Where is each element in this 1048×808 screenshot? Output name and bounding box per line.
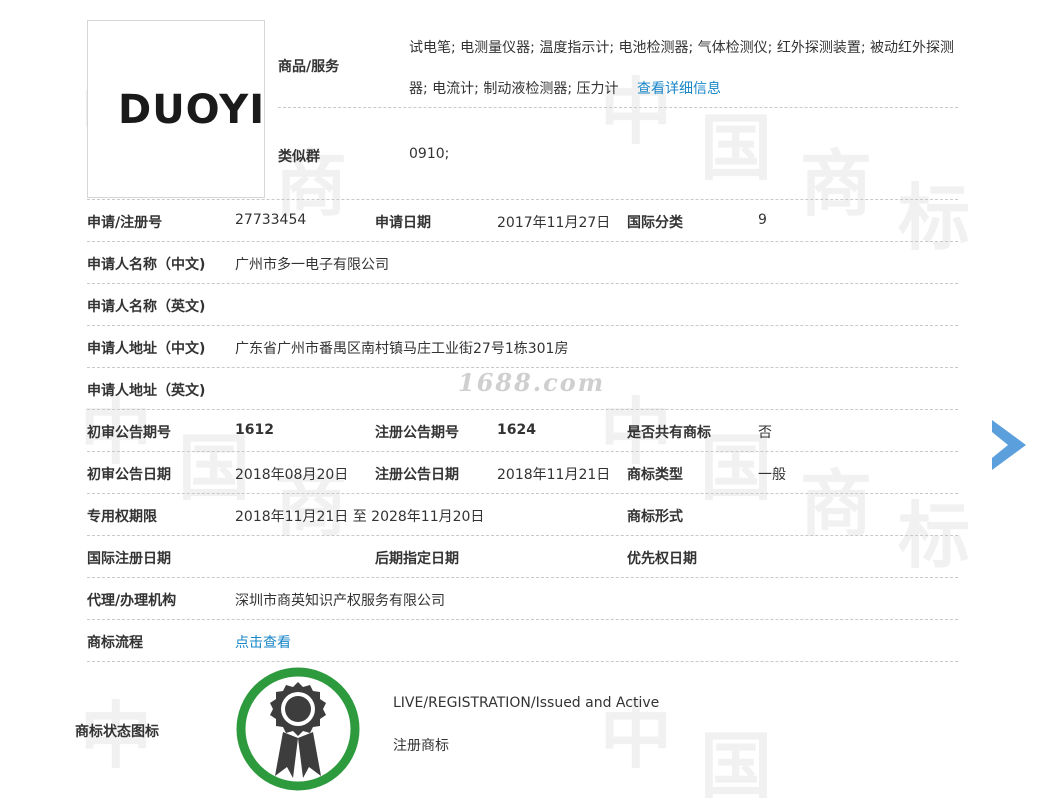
prelim-pub-date-label: 初审公告日期: [87, 467, 171, 483]
applicant-cn-value: 广州市多一电子有限公司: [235, 257, 389, 273]
divider: [87, 661, 958, 662]
address-en-label: 申请人地址（英文): [87, 383, 206, 399]
later-designation-date-label: 后期指定日期: [375, 551, 459, 567]
reg-pub-date-value: 2018年11月21日: [497, 467, 611, 483]
site-watermark: 1688.com: [458, 368, 606, 397]
exclusive-period-label: 专用权期限: [87, 509, 157, 525]
prelim-pub-no-value: 1612: [235, 422, 274, 438]
intl-class-value: 9: [758, 212, 767, 228]
registered-badge-icon: [235, 666, 361, 792]
reg-pub-no-value: 1624: [497, 422, 536, 438]
watermark-char: 标: [898, 494, 971, 578]
status-en-text: LIVE/REGISTRATION/Issued and Active: [393, 695, 660, 711]
mark-form-label: 商标形式: [627, 509, 683, 525]
watermark-char: 商: [800, 142, 873, 226]
apply-date-value: 2017年11月27日: [497, 215, 611, 231]
apply-date-label: 申请日期: [375, 215, 431, 231]
trademark-image: DUOYI: [87, 20, 265, 198]
divider: [87, 619, 958, 620]
intl-reg-date-label: 国际注册日期: [87, 551, 171, 567]
process-label: 商标流程: [87, 635, 143, 651]
process-view-link[interactable]: 点击查看: [235, 632, 291, 652]
agent-label: 代理/办理机构: [87, 593, 177, 609]
trademark-logo-text: DUOYI: [118, 87, 266, 133]
priority-date-label: 优先权日期: [627, 551, 697, 567]
mark-type-label: 商标类型: [627, 467, 683, 483]
divider: [87, 199, 958, 200]
divider: [87, 283, 958, 284]
divider: [87, 325, 958, 326]
exclusive-period-value: 2018年11月21日 至 2028年11月20日: [235, 509, 485, 525]
similar-group-value: 0910;: [409, 146, 450, 162]
divider: [87, 409, 958, 410]
watermark-char: 标: [898, 176, 971, 260]
goods-label: 商品/服务: [278, 59, 340, 75]
divider: [87, 577, 958, 578]
watermark-char: 国: [700, 724, 773, 808]
watermark-char: 国: [700, 106, 773, 190]
divider: [278, 107, 958, 108]
prelim-pub-date-value: 2018年08月20日: [235, 467, 349, 483]
next-arrow-button[interactable]: [992, 420, 1026, 470]
reg-pub-date-label: 注册公告日期: [375, 467, 459, 483]
address-cn-label: 申请人地址（中文): [87, 341, 206, 357]
shared-mark-label: 是否共有商标: [627, 425, 711, 441]
intl-class-label: 国际分类: [627, 215, 683, 231]
similar-group-label: 类似群: [278, 149, 320, 165]
applicant-cn-label: 申请人名称（中文): [87, 257, 206, 273]
reg-pub-no-label: 注册公告期号: [375, 425, 459, 441]
divider: [87, 535, 958, 536]
shared-mark-value: 否: [758, 425, 772, 441]
address-cn-value: 广东省广州市番禺区南村镇马庄工业街27号1栋301房: [235, 341, 569, 357]
view-details-link[interactable]: 查看详细信息: [637, 81, 721, 97]
mark-type-value: 一般: [758, 467, 786, 483]
reg-no-label: 申请/注册号: [87, 215, 163, 231]
status-icon-label: 商标状态图标: [75, 724, 159, 740]
prelim-pub-no-label: 初审公告期号: [87, 425, 171, 441]
agent-value: 深圳市商英知识产权服务有限公司: [235, 593, 445, 609]
applicant-en-label: 申请人名称（英文): [87, 299, 206, 315]
status-cn-text: 注册商标: [393, 738, 449, 754]
reg-no-value: 27733454: [235, 212, 307, 228]
divider: [87, 451, 958, 452]
divider: [87, 241, 958, 242]
watermark-char: 商: [800, 462, 873, 546]
goods-list: 试电笔; 电测量仪器; 温度指示计; 电池检测器; 气体检测仪; 红外探测装置;…: [409, 28, 961, 110]
divider: [87, 493, 958, 494]
